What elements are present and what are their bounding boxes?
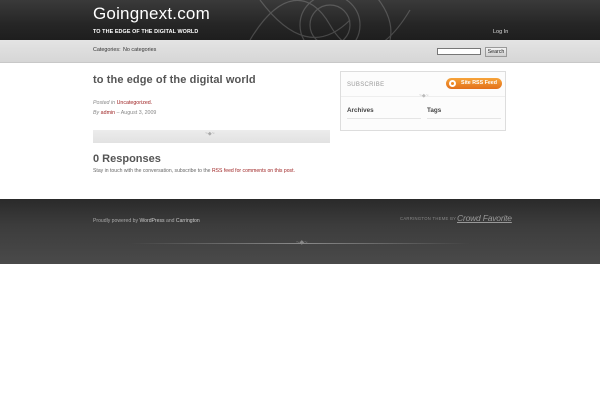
theme-credit-label: CARRINGTON THEME BY [400, 216, 457, 221]
site-title[interactable]: Goingnext.com [93, 4, 210, 24]
sidebar: SUBSCRIBE Site RSS Feed ~◆~ Archives Tag… [340, 71, 506, 131]
carrington-link[interactable]: Carrington [176, 218, 200, 224]
search-button[interactable]: Search [485, 47, 507, 57]
categories-label: Categories: [93, 47, 121, 53]
rss-button-label: Site RSS Feed [461, 80, 497, 86]
wordpress-link[interactable]: WordPress [139, 218, 164, 224]
archives-rule [347, 118, 421, 119]
post-title[interactable]: to the edge of the digital world [93, 74, 256, 86]
date-separator: – [116, 110, 120, 116]
ornament-icon: ~◆~ [296, 240, 308, 246]
categories-value: No categories [123, 47, 157, 53]
and-label: and [165, 218, 175, 224]
responses-subscribe-text: Stay in touch with the conversation, sub… [93, 168, 295, 174]
crowd-favorite-logo-link[interactable]: Crowd Favorite [457, 213, 512, 223]
footer-credit: Proudly powered by WordPress and Carring… [93, 218, 200, 224]
tags-heading: Tags [427, 107, 442, 114]
author-link[interactable]: admin [101, 110, 115, 116]
login-link[interactable]: Log In [493, 29, 508, 35]
sidebar-divider: ~◆~ [341, 93, 505, 99]
responses-text-prefix: Stay in touch with the conversation, sub… [93, 168, 211, 174]
category-link[interactable]: Uncategorized. [117, 100, 153, 106]
site-rss-feed-button[interactable]: Site RSS Feed [446, 78, 502, 89]
comments-feed-link[interactable]: feed for comments on this post. [224, 168, 295, 174]
swirl-ornament-icon [249, 0, 411, 40]
ornament-icon: ~◆~ [205, 131, 215, 137]
post-date: August 3, 2009 [120, 110, 157, 116]
tags-rule [427, 118, 501, 119]
site-footer: Proudly powered by WordPress and Carring… [0, 199, 600, 264]
search-input[interactable] [437, 48, 481, 55]
subscribe-label: SUBSCRIBE [347, 82, 385, 88]
by-label: By [93, 110, 100, 116]
archives-heading: Archives [347, 107, 374, 114]
posted-in-label: Posted in [93, 100, 116, 106]
responses-heading: 0 Responses [93, 153, 161, 165]
post-divider: ~◆~ [93, 130, 330, 143]
post-byline: By admin – August 3, 2009 [93, 110, 156, 116]
site-tagline: TO THE EDGE OF THE DIGITAL WORLD [93, 29, 199, 35]
ornament-icon: ~◆~ [419, 93, 429, 99]
rss-icon [449, 80, 456, 87]
category-nav-bar: Categories: No categories Search [0, 40, 600, 63]
post-category-line: Posted in Uncategorized. [93, 100, 152, 106]
site-header: Goingnext.com TO THE EDGE OF THE DIGITAL… [0, 0, 600, 40]
comments-rss-link[interactable]: RSS [212, 168, 222, 174]
powered-by-label: Proudly powered by [93, 218, 139, 224]
